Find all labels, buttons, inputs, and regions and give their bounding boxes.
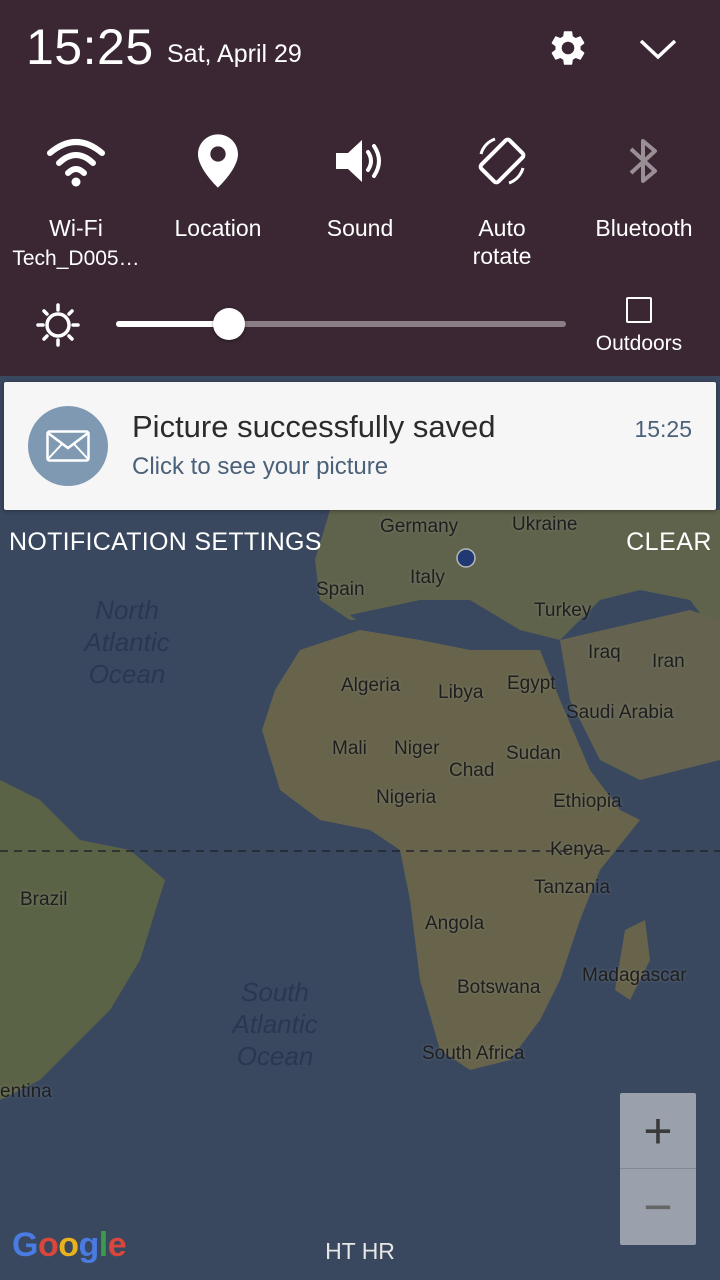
map-label-country: Algeria xyxy=(341,675,401,696)
gear-icon xyxy=(551,31,585,65)
map-label-country: Turkey xyxy=(534,600,592,621)
collapse-button[interactable] xyxy=(634,28,682,70)
brightness-slider[interactable] xyxy=(116,308,566,340)
map-label-ocean: South Atlantic Ocean xyxy=(232,977,318,1071)
map-label-country: Ethiopia xyxy=(553,791,622,812)
date[interactable]: Sat, April 29 xyxy=(167,40,302,69)
brightness-fill xyxy=(116,321,229,327)
tile-sound[interactable]: Sound xyxy=(289,120,431,280)
tile-bluetooth[interactable]: Bluetooth xyxy=(573,120,715,280)
auto-rotate-icon xyxy=(431,126,573,196)
tile-label: Location xyxy=(174,215,262,241)
zoom-out-button[interactable]: − xyxy=(620,1169,696,1245)
tile-auto-rotate[interactable]: Auto rotate xyxy=(431,120,573,280)
map-label-country: Nigeria xyxy=(376,787,437,808)
notification-settings-button[interactable]: NOTIFICATION SETTINGS xyxy=(9,528,322,557)
clear-button[interactable]: CLEAR xyxy=(626,528,712,557)
speaker-icon xyxy=(289,126,431,196)
map-label-country: Saudi Arabia xyxy=(566,702,674,723)
tile-location[interactable]: Location xyxy=(147,120,289,280)
map-label-country: Egypt xyxy=(507,673,556,694)
tile-label: Sound xyxy=(326,215,394,241)
notification-text: Click to see your picture xyxy=(132,453,389,480)
map-label-country: Tanzania xyxy=(534,877,611,898)
notification-time: 15:25 xyxy=(634,416,692,442)
map-label-ocean: North Atlantic Ocean xyxy=(84,595,170,689)
map-label-country: Ukraine xyxy=(512,514,578,535)
tile-label: Wi-Fi xyxy=(49,215,103,241)
zoom-control: + − xyxy=(620,1093,696,1245)
tile-sublabel: Tech_D005… xyxy=(12,247,140,270)
outdoors-label: Outdoors xyxy=(595,332,683,355)
map-label-country: Angola xyxy=(425,913,485,934)
map-label-country: Sudan xyxy=(506,743,561,764)
tile-wifi[interactable]: Wi-Fi Tech_D005… xyxy=(5,120,147,280)
tile-label: Auto rotate xyxy=(472,215,532,269)
map-label-country: Chad xyxy=(449,760,495,781)
map-label-country: Iraq xyxy=(588,642,621,663)
map-label-country: Iran xyxy=(652,651,685,672)
map-label-country: Kenya xyxy=(550,839,604,860)
brightness-icon xyxy=(36,303,80,347)
notification-icon xyxy=(28,406,108,486)
wifi-icon xyxy=(5,126,147,196)
notification-title: Picture successfully saved xyxy=(132,409,496,444)
tile-label: Bluetooth xyxy=(595,215,693,241)
mail-icon xyxy=(46,430,90,462)
map-label-country: Brazil xyxy=(20,889,68,910)
zoom-in-button[interactable]: + xyxy=(620,1093,696,1169)
map-label-country: Italy xyxy=(410,567,445,588)
location-icon xyxy=(147,126,289,196)
map-label-country: Niger xyxy=(394,738,440,759)
chevron-down-icon xyxy=(639,39,677,60)
map-label-country: entina xyxy=(0,1081,52,1102)
map-label-country: Botswana xyxy=(457,977,541,998)
map-label-country: Spain xyxy=(316,579,365,600)
map-label-country: Madagascar xyxy=(582,965,687,986)
quick-settings-panel: 15:25 Sat, April 29 Wi-Fi Tech_D005… Loc… xyxy=(0,0,720,376)
outdoors-checkbox[interactable] xyxy=(626,297,652,323)
map-label-country: Germany xyxy=(380,516,459,537)
clock: 15:25 xyxy=(26,19,154,75)
carrier-label: HT HR xyxy=(325,1238,395,1264)
notification-card[interactable]: Picture successfully saved Click to see … xyxy=(4,382,716,510)
map-label-country: Mali xyxy=(332,738,367,759)
map-label-country: South Africa xyxy=(422,1043,525,1064)
map-label-country: Libya xyxy=(438,682,484,703)
brightness-thumb[interactable] xyxy=(212,308,245,340)
settings-button[interactable] xyxy=(545,25,591,71)
bluetooth-icon xyxy=(573,126,715,196)
